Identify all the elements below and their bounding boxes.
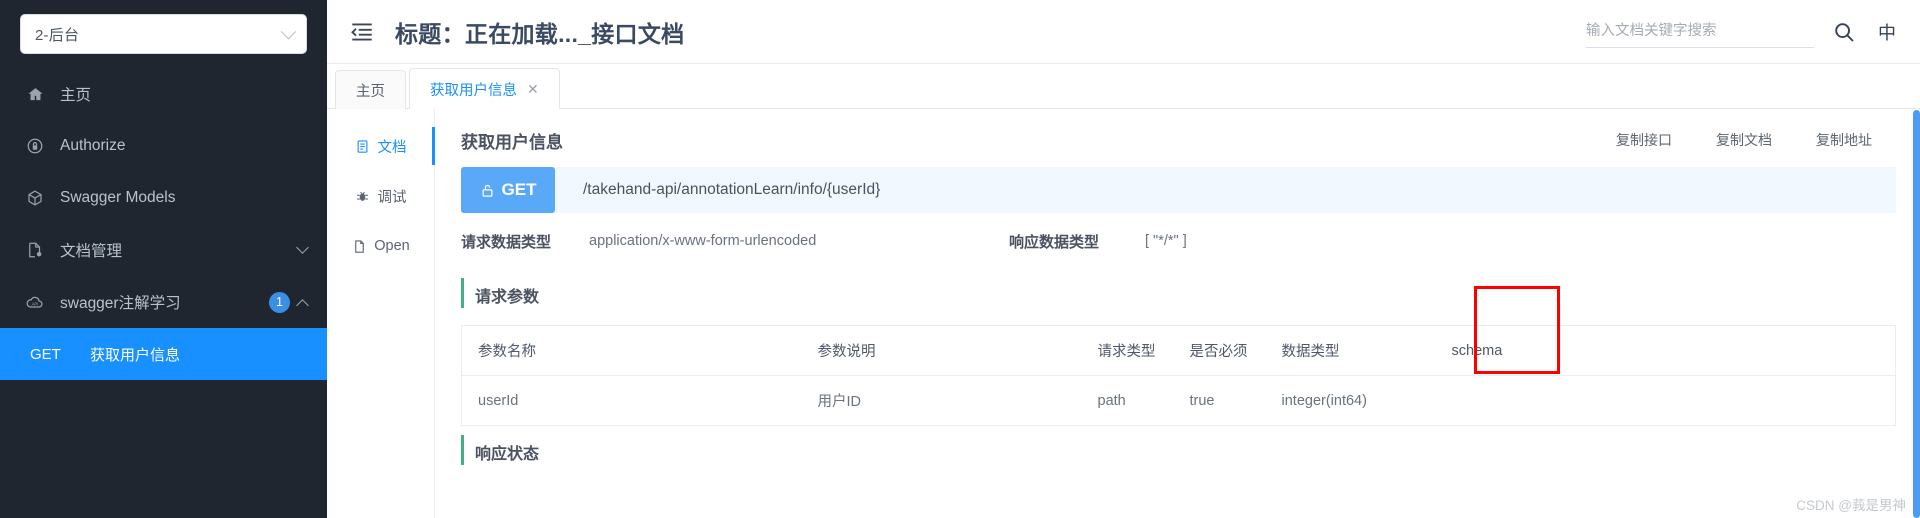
content-area: 文档 调试 Open 获取用户信息 复制接口 复制文档 复制地址 GET /ta… — [327, 109, 1920, 518]
tab-doc[interactable]: 文档 — [327, 121, 435, 171]
topbar: 标题：正在加载..._接口文档 中 — [327, 0, 1920, 64]
sidebar-item-label: swagger注解学习 — [60, 295, 181, 312]
copy-interface-button[interactable]: 复制接口 — [1616, 130, 1672, 150]
sidebar-item-document-management[interactable]: 文档管理 — [0, 224, 327, 276]
table-header-row: 参数名称 参数说明 请求类型 是否必须 数据类型 schema — [461, 325, 1896, 376]
topbar-right: 中 — [1586, 15, 1900, 48]
sidebar-item-api-get-user-info[interactable]: GET 获取用户信息 — [0, 328, 327, 380]
cell-required: true — [1189, 392, 1215, 409]
copy-address-button[interactable]: 复制地址 — [1816, 130, 1872, 150]
tab-label: 获取用户信息 — [430, 82, 517, 99]
sidebar-item-authorize[interactable]: Authorize — [0, 120, 327, 172]
sidebar-item-swagger-annotation-group[interactable]: API swagger注解学习 1 — [0, 276, 327, 328]
api-cloud-icon: API — [24, 291, 46, 313]
chevron-down-icon — [280, 23, 297, 39]
response-type-label: 响应数据类型 — [1009, 233, 1100, 251]
status-section-title: 响应状态 — [461, 432, 1896, 472]
sidebar-item-label: Authorize — [60, 137, 126, 154]
search-input[interactable] — [1586, 15, 1814, 48]
vertical-tab-label: 文档 — [377, 139, 407, 156]
th-param-desc: 参数说明 — [801, 325, 1082, 376]
sidebar-item-swagger-models[interactable]: Swagger Models — [0, 172, 327, 224]
th-required: 是否必须 — [1173, 325, 1266, 376]
sidebar-item-label: 主页 — [60, 87, 92, 104]
status-badge: 1 — [269, 291, 290, 313]
document-header: 获取用户信息 复制接口 复制文档 复制地址 — [461, 109, 1896, 165]
search-icon[interactable] — [1832, 20, 1856, 44]
sidebar-item-home[interactable]: 主页 — [0, 68, 327, 120]
lock-icon — [24, 135, 46, 157]
sidebar: 2-后台 主页 Authorize Swagger Models 文档管理 AP… — [0, 0, 327, 518]
cell-param-desc: 用户ID — [817, 394, 862, 410]
th-request-type: 请求类型 — [1081, 325, 1174, 376]
params-section-title: 请求参数 — [461, 275, 1896, 315]
http-method-label: GET — [501, 180, 537, 199]
tab-debug[interactable]: 调试 — [327, 171, 434, 221]
language-toggle[interactable]: 中 — [1874, 19, 1900, 45]
vertical-tab-label: 调试 — [377, 189, 407, 206]
home-icon — [24, 83, 46, 105]
svg-text:API: API — [32, 301, 39, 306]
bug-icon — [355, 188, 371, 204]
tab-home[interactable]: 主页 — [335, 70, 406, 109]
params-table-head: 参数名称 参数说明 请求类型 是否必须 数据类型 schema — [461, 325, 1896, 376]
document-icon — [355, 138, 371, 154]
document-settings-icon — [24, 239, 46, 261]
http-method-chip: GET — [461, 167, 555, 213]
cell-data-type: integer(int64) — [1281, 392, 1367, 409]
menu-fold-icon[interactable] — [349, 19, 375, 45]
main-area: 标题：正在加载..._接口文档 中 主页 获取用户信息 ✕ — [327, 0, 1920, 518]
document-actions: 复制接口 复制文档 复制地址 — [1616, 130, 1896, 150]
vertical-tab-list: 文档 调试 Open — [327, 109, 435, 518]
data-type-row: 请求数据类型 application/x-www-form-urlencoded… — [461, 213, 1896, 269]
sidebar-nav: 主页 Authorize Swagger Models 文档管理 API swa… — [0, 68, 327, 380]
cube-icon — [24, 187, 46, 209]
api-method-label: GET — [30, 345, 61, 363]
tab-bar: 主页 获取用户信息 ✕ — [327, 64, 1920, 109]
unlock-icon — [480, 182, 495, 199]
tab-label: 主页 — [356, 83, 385, 100]
request-type-label: 请求数据类型 — [461, 233, 552, 251]
tab-open[interactable]: Open — [327, 221, 434, 271]
cell-request-type: path — [1097, 392, 1126, 409]
params-table: 参数名称 参数说明 请求类型 是否必须 数据类型 schema userId 用… — [461, 325, 1896, 426]
tab-get-user-info[interactable]: 获取用户信息 ✕ — [409, 68, 560, 109]
response-type-value: [ "*/*" ] — [1145, 233, 1187, 249]
sidebar-item-label: Swagger Models — [60, 189, 176, 206]
th-data-type: 数据类型 — [1265, 325, 1436, 376]
copy-doc-button[interactable]: 复制文档 — [1716, 130, 1772, 150]
cell-param-name: userId — [478, 392, 519, 409]
project-select-wrapper: 2-后台 — [0, 0, 327, 54]
th-param-name: 参数名称 — [461, 325, 802, 376]
cell-schema — [1436, 376, 1896, 426]
vertical-scrollbar[interactable] — [1913, 110, 1920, 518]
page-title: 标题：正在加载..._接口文档 — [395, 20, 685, 47]
chevron-up-icon[interactable] — [296, 298, 309, 312]
file-icon — [351, 238, 367, 254]
api-name-label: 获取用户信息 — [90, 346, 181, 364]
project-select[interactable]: 2-后台 — [20, 14, 307, 54]
vertical-tab-label: Open — [374, 238, 410, 254]
chevron-down-icon[interactable] — [296, 240, 309, 254]
method-url-bar: GET /takehand-api/annotationLearn/info/{… — [461, 167, 1896, 213]
doc-title: 获取用户信息 — [461, 132, 563, 152]
sidebar-item-label: 文档管理 — [60, 243, 123, 260]
app-root: 2-后台 主页 Authorize Swagger Models 文档管理 AP… — [0, 0, 1920, 518]
request-type-value: application/x-www-form-urlencoded — [589, 233, 817, 249]
watermark: CSDN @莪是男神 — [1796, 498, 1906, 513]
project-select-value: 2-后台 — [35, 26, 80, 44]
search-box — [1586, 15, 1814, 48]
document-panel: 获取用户信息 复制接口 复制文档 复制地址 GET /takehand-api/… — [435, 109, 1920, 518]
params-table-body: userId 用户ID path true integer(int64) — [462, 376, 1896, 426]
close-icon[interactable]: ✕ — [527, 81, 539, 98]
api-url: /takehand-api/annotationLearn/info/{user… — [583, 181, 881, 198]
table-row: userId 用户ID path true integer(int64) — [462, 376, 1896, 426]
th-schema: schema — [1435, 325, 1896, 376]
